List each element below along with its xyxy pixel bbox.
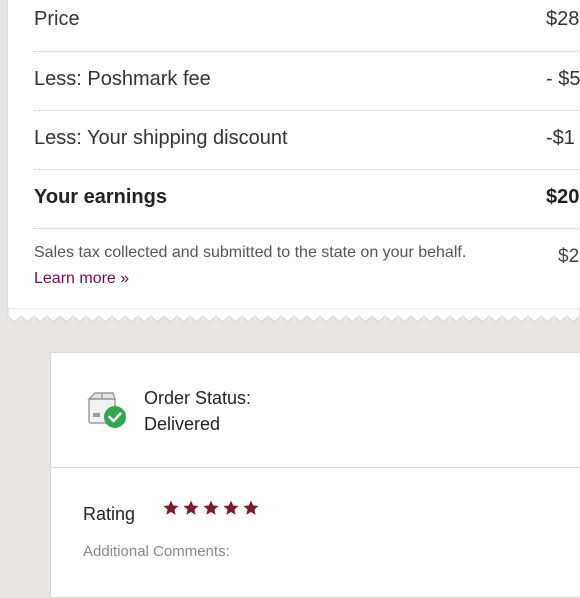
sales-tax-value: $2 <box>558 246 580 267</box>
price-row: Price $28 <box>34 0 580 52</box>
star-icon <box>223 500 239 515</box>
fee-row: Less: Poshmark fee - $5 <box>34 52 580 111</box>
additional-comments-label: Additional Comments: <box>83 543 230 560</box>
sales-tax-note: Sales tax collected and submitted to the… <box>34 244 467 261</box>
order-status-label: Order Status: <box>144 388 252 408</box>
order-status-card: Order Status: Delivered <box>50 352 580 468</box>
earnings-receipt: Price $28 Less: Poshmark fee - $5 Less: … <box>8 0 580 318</box>
delivered-box-icon <box>87 392 126 428</box>
price-label: Price <box>34 8 80 30</box>
shipping-discount-label: Less: Your shipping discount <box>34 127 288 149</box>
order-status-value: Delivered <box>144 414 221 434</box>
receipt-torn-edge <box>8 308 580 323</box>
earnings-value: $20 <box>546 186 580 208</box>
star-icon <box>203 500 219 515</box>
rating-card: Rating Additional Comments: <box>50 468 580 598</box>
fee-label: Less: Poshmark fee <box>34 68 211 90</box>
rating-label: Rating <box>83 504 136 524</box>
star-icon <box>183 500 199 515</box>
learn-more-link[interactable]: Learn more » <box>34 270 129 288</box>
shipping-discount-row: Less: Your shipping discount -$1 <box>34 111 580 170</box>
rating-stars <box>162 499 260 517</box>
star-icon <box>243 500 259 515</box>
shipping-discount-value: -$1 <box>546 127 575 149</box>
earnings-label: Your earnings <box>34 186 167 208</box>
earnings-row: Your earnings $20 <box>34 170 580 229</box>
fee-value: - $5 <box>546 68 580 90</box>
star-icon <box>163 500 179 515</box>
price-value: $28 <box>546 8 580 30</box>
